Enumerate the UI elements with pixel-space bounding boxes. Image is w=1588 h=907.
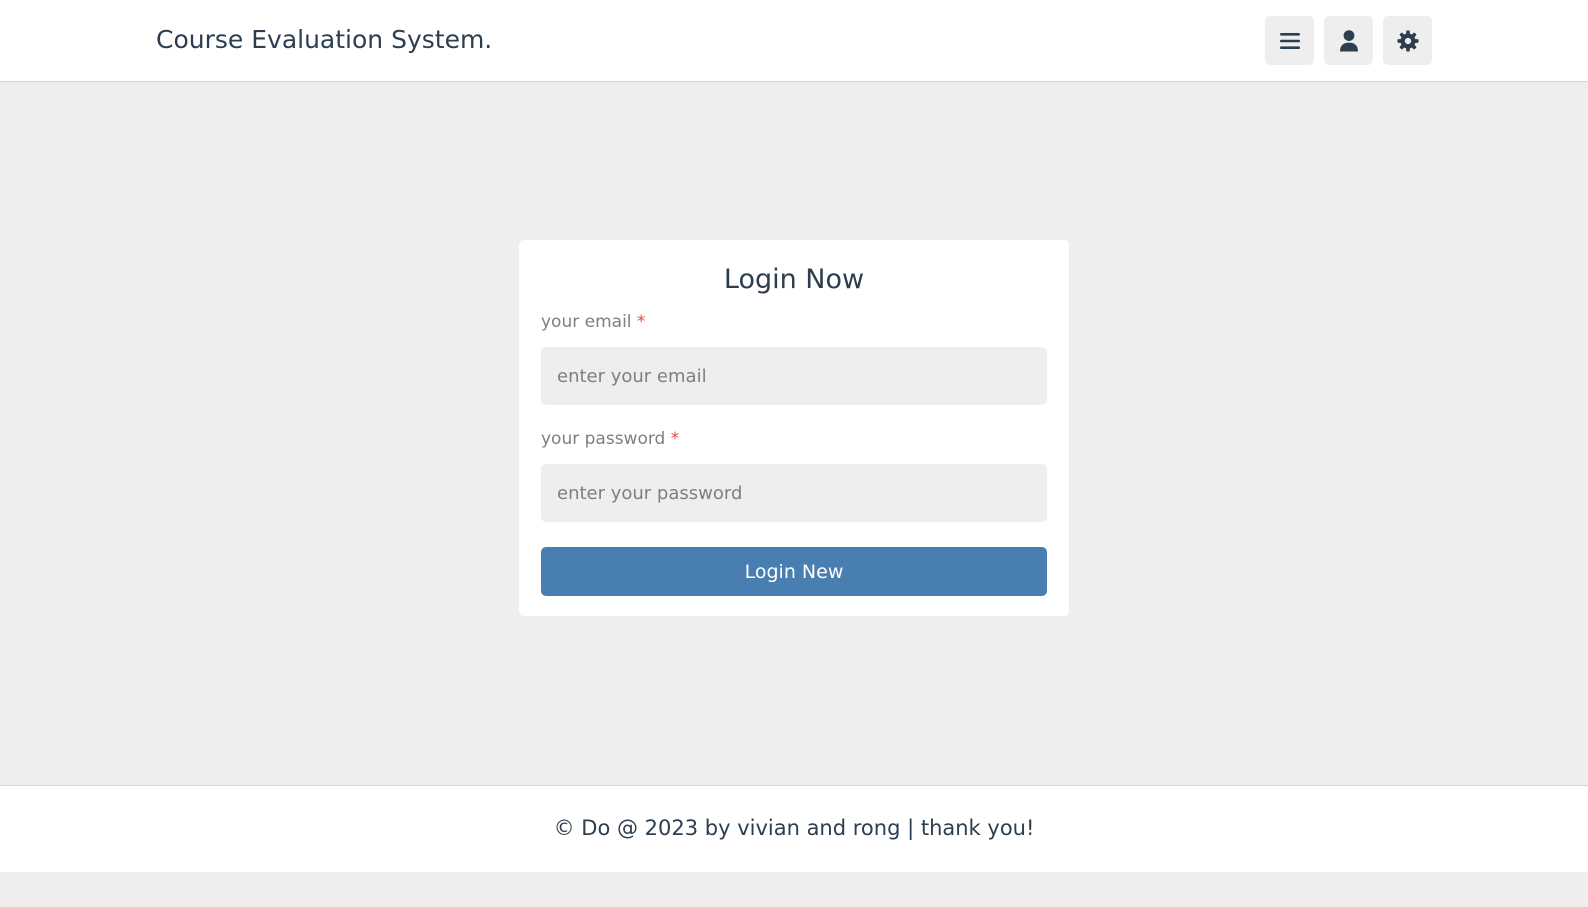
footer-text: © Do @ 2023 by vivian and rong | thank y…: [553, 816, 1035, 840]
email-label: your email *: [541, 311, 645, 333]
user-icon: [1339, 29, 1359, 52]
required-marker: *: [670, 429, 680, 449]
password-label: your password *: [541, 428, 679, 450]
login-button[interactable]: Login New: [541, 547, 1047, 596]
settings-button[interactable]: [1383, 16, 1432, 65]
password-field[interactable]: [541, 464, 1047, 522]
email-label-text: your email: [541, 312, 632, 332]
required-marker: *: [636, 312, 646, 332]
user-button[interactable]: [1324, 16, 1373, 65]
main-content: Login Now your email * your password * L…: [0, 82, 1588, 785]
menu-bars-icon: [1279, 32, 1300, 50]
login-form: Login Now your email * your password * L…: [519, 240, 1069, 616]
gear-icon: [1396, 29, 1419, 52]
menu-button[interactable]: [1265, 16, 1314, 65]
header: Course Evaluation System.: [0, 0, 1588, 82]
password-label-text: your password: [541, 429, 666, 449]
logo[interactable]: Course Evaluation System.: [156, 24, 492, 56]
form-title: Login Now: [723, 264, 865, 295]
footer: © Do @ 2023 by vivian and rong | thank y…: [0, 785, 1588, 872]
email-field[interactable]: [541, 347, 1047, 405]
